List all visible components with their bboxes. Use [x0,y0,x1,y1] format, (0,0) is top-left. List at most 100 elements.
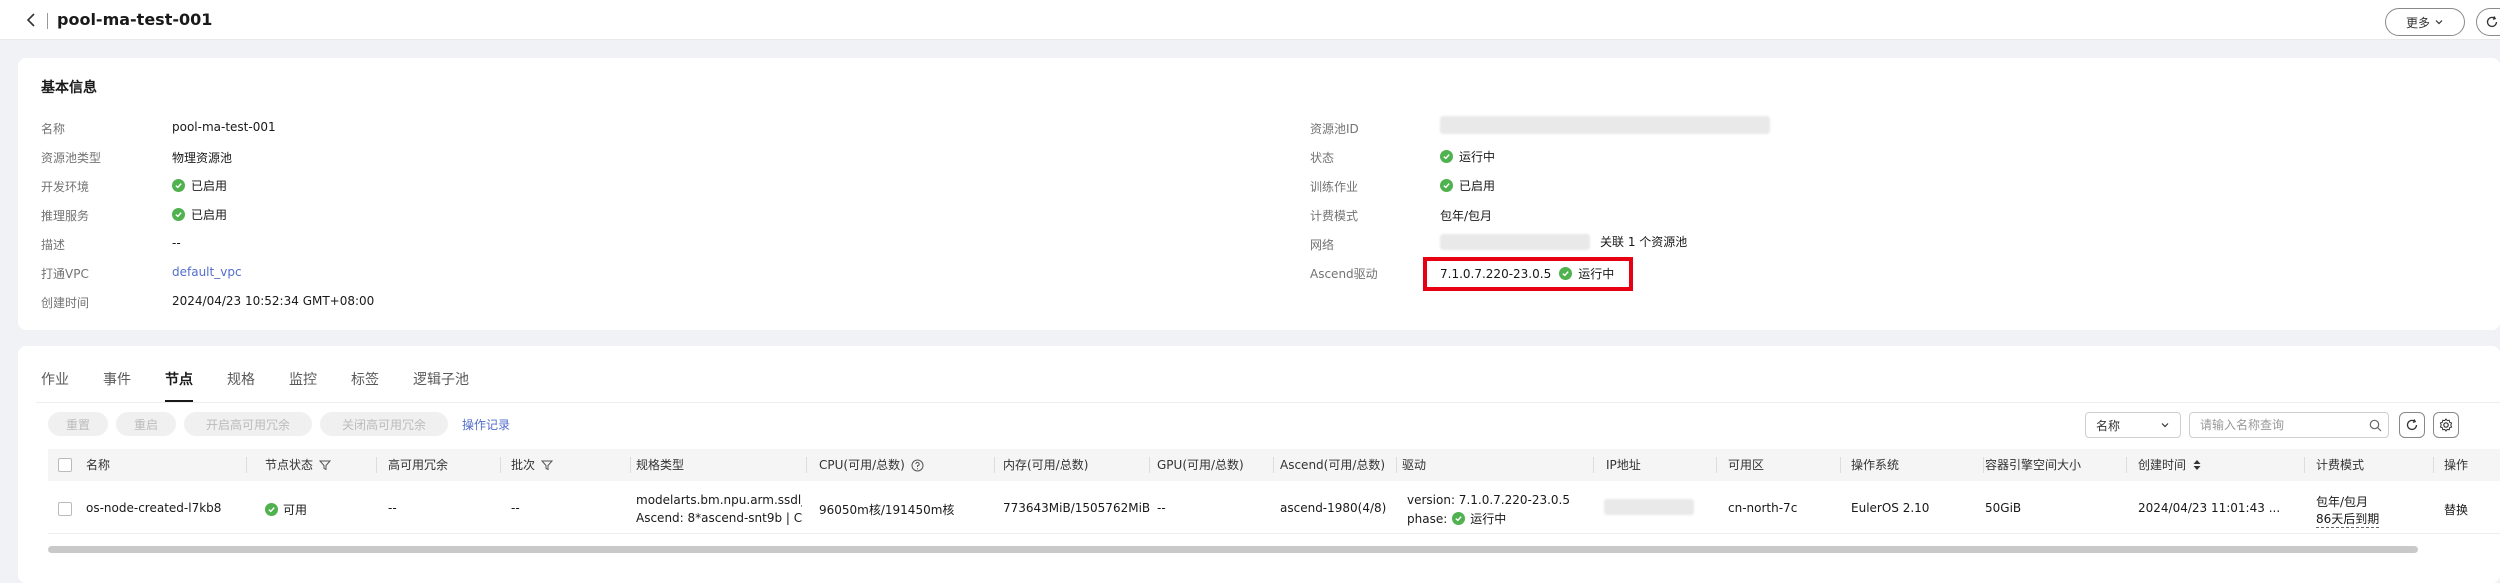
check-circle-icon [1440,150,1453,163]
section-title: 基本信息 [41,80,97,96]
tab-nodes[interactable]: 节点 [165,368,193,402]
table-header: 名称 节点状态 高可用冗余 批次 规格类型 CPU(可用/总数) 内存(可用/总… [48,449,2500,481]
filter-icon[interactable] [541,459,554,471]
col-divider [2304,457,2305,473]
reset-button[interactable]: 重置 [48,412,108,436]
status-value: 运行中 [1440,148,1495,165]
col-ip: IP地址 [1606,458,1641,472]
cell-batch: -- [511,501,520,515]
network-pool-link[interactable]: 关联 1 个资源池 [1600,233,1687,250]
search-box [2189,412,2389,438]
col-name: 名称 [86,458,111,472]
gear-icon [2439,418,2453,432]
created-value: 2024/04/23 10:52:34 GMT+08:00 [172,294,375,308]
tab-tags[interactable]: 标签 [351,368,379,398]
col-divider [630,457,631,473]
status-text: 运行中 [1459,150,1496,164]
chevron-down-icon [2161,423,2169,428]
tab-events[interactable]: 事件 [103,368,131,398]
refresh-icon [2486,16,2497,28]
col-container-space: 容器引擎空间大小 [1985,458,2082,472]
vpc-label: 打通VPC [41,267,89,281]
settings-button[interactable] [2433,412,2459,438]
filter-icon[interactable] [319,459,332,471]
col-divider [2126,457,2127,473]
col-created: 创建时间 [2138,449,2202,481]
cell-spec-line2: Ascend: 8*ascend-snt9b | CPU: 1 [636,511,802,525]
col-ascend: Ascend(可用/总数) [1280,458,1386,472]
back-arrow-icon[interactable] [22,10,42,30]
cell-container-space: 50GiB [1985,501,2022,515]
row-checkbox[interactable] [58,502,72,516]
help-icon[interactable] [911,459,924,472]
refresh-button[interactable] [2476,8,2500,36]
filter-field-value: 名称 [2096,418,2121,433]
col-divider [1840,457,1841,473]
horizontal-scrollbar[interactable] [48,546,2418,553]
refresh-list-button[interactable] [2399,412,2425,438]
cell-memory: 773643MiB/1505762MiB [1003,501,1151,515]
cell-os: EulerOS 2.10 [1851,501,1930,515]
basic-info-card: 基本信息 名称 pool-ma-test-001 资源池类型 物理资源池 开发环… [18,58,2500,330]
check-circle-icon [172,208,185,221]
inference-value: 已启用 [172,206,227,223]
search-input[interactable] [2190,418,2362,432]
training-label: 训练作业 [1310,180,1359,194]
check-circle-icon [1452,512,1466,525]
network-value: 关联 1 个资源池 [1440,233,1687,250]
tab-jobs[interactable]: 作业 [41,368,69,398]
vpc-link[interactable]: default_vpc [172,265,242,279]
ascend-label: Ascend驱动 [1310,267,1378,281]
refresh-icon [2406,419,2418,431]
operation-record-link[interactable]: 操作记录 [462,416,510,433]
more-button[interactable]: 更多 [2385,8,2465,36]
name-label: 名称 [41,122,66,136]
replace-link[interactable]: 替换 [2444,501,2468,518]
cell-billing: 包年/包月 [2316,495,2369,509]
billing-label: 计费模式 [1310,209,1359,223]
cell-driver-phase-text: 运行中 [1470,512,1507,526]
check-circle-icon [1440,179,1453,192]
training-text: 已启用 [1459,179,1496,193]
cell-status: 可用 [265,501,307,518]
cell-expire[interactable]: 86天后到期 [2316,510,2380,528]
select-all-checkbox[interactable] [58,458,72,472]
pool-id-label: 资源池ID [1310,122,1359,136]
tab-bar: 作业 事件 节点 规格 监控 标签 逻辑子池 [41,368,503,402]
enable-ha-button[interactable]: 开启高可用冗余 [184,412,312,436]
redacted-ip [1604,499,1694,515]
col-divider [1593,457,1594,473]
col-gpu: GPU(可用/总数) [1157,458,1244,472]
col-divider [1396,457,1397,473]
desc-value: -- [172,236,181,250]
training-value: 已启用 [1440,177,1495,194]
cell-name: os-node-created-l7kb8 [86,501,222,515]
col-divider [1983,457,1984,473]
col-node-status: 节点状态 [265,449,332,481]
col-divider [376,457,377,473]
nodes-tab-card: 作业 事件 节点 规格 监控 标签 逻辑子池 重置 重启 开启高可用冗余 关闭高… [18,346,2500,583]
col-driver: 驱动 [1402,458,1427,472]
reboot-button[interactable]: 重启 [116,412,176,436]
created-label: 创建时间 [41,296,90,310]
col-zone: 可用区 [1728,458,1765,472]
sort-icon[interactable] [2192,459,2202,471]
dev-env-text: 已启用 [191,179,228,193]
desc-label: 描述 [41,238,66,252]
pool-id-value [1440,116,1770,134]
title-divider [47,13,48,29]
col-batch: 批次 [511,449,554,481]
tab-specs[interactable]: 规格 [227,368,255,398]
tab-monitoring[interactable]: 监控 [289,368,317,398]
filter-field-select[interactable]: 名称 [2085,412,2181,438]
search-icon[interactable] [2362,413,2388,437]
col-created-label: 创建时间 [2138,458,2187,472]
redacted-pool-id [1440,116,1770,134]
col-divider [500,457,501,473]
more-label: 更多 [2405,15,2430,30]
cell-ha: -- [388,501,397,515]
tab-logical-subpool[interactable]: 逻辑子池 [413,368,469,398]
col-cpu-label: CPU(可用/总数) [819,458,905,472]
disable-ha-button[interactable]: 关闭高可用冗余 [320,412,448,436]
dev-env-value: 已启用 [172,177,227,194]
